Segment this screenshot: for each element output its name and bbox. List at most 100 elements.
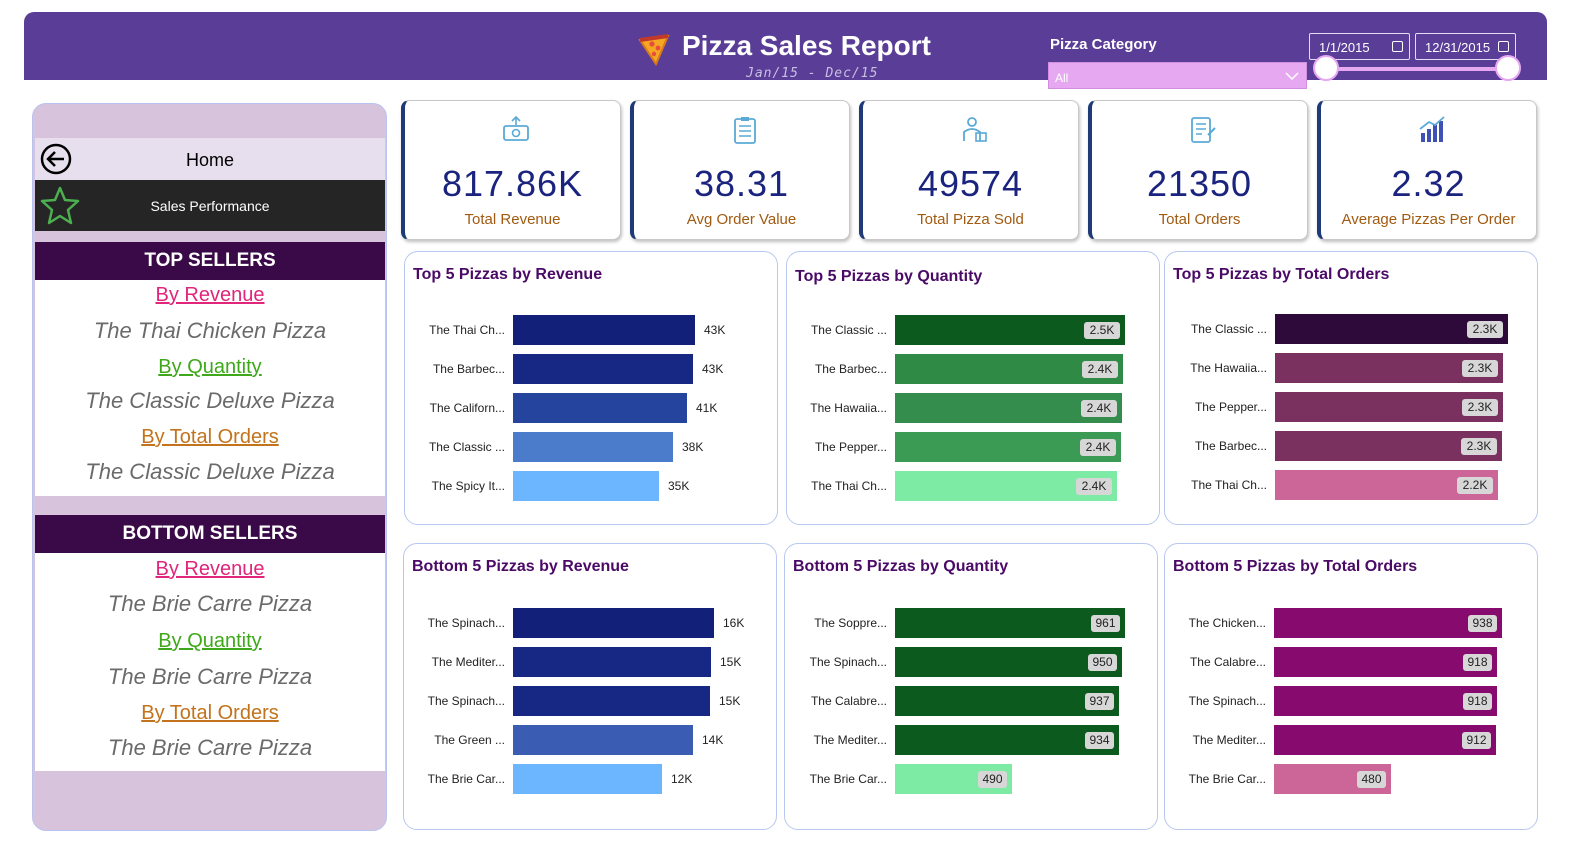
bar[interactable] — [1274, 608, 1502, 638]
calendar-icon[interactable] — [1498, 41, 1509, 52]
bar-chart-bottom-revenue: The Spinach... 16K The Mediter... 15K The Sp… — [428, 608, 744, 794]
bar[interactable] — [513, 608, 714, 638]
data-label: 2.4K — [1082, 479, 1107, 493]
data-label: 15K — [719, 694, 740, 708]
kpi-label: Total Orders — [1158, 211, 1241, 228]
bar[interactable] — [513, 471, 659, 501]
data-label: 16K — [723, 616, 744, 630]
home-label: Home — [185, 150, 234, 170]
data-label: 2.4K — [1088, 362, 1113, 376]
chart-card-bottom-orders: Bottom 5 Pizzas by Total Orders The Chic… — [1164, 543, 1538, 830]
data-label: 918 — [1467, 655, 1487, 669]
bottom-by-orders-link[interactable]: By Total Orders — [35, 702, 385, 725]
category-label: The Spicy It... — [432, 479, 505, 493]
category-label: The Mediter... — [432, 655, 505, 669]
bar-chart-top-revenue: The Thai Ch... 43K The Barbec... 43K The Cal… — [429, 315, 725, 501]
kpi-card-total-pizza-sold: 49574 Total Pizza Sold — [859, 100, 1079, 240]
chart-card-top-quantity: Top 5 Pizzas by Quantity The Classic ...… — [786, 251, 1160, 525]
kpi-card-average-pizzas-per-order: 2.32 Average Pizzas Per Order — [1317, 100, 1537, 240]
top-by-orders-link[interactable]: By Total Orders — [35, 426, 385, 449]
top-by-quantity-link[interactable]: By Quantity — [35, 356, 385, 379]
kpi-label: Total Pizza Sold — [917, 211, 1024, 228]
sales-performance-button[interactable]: Sales Performance — [35, 180, 385, 231]
bar[interactable] — [895, 608, 1125, 638]
category-label: The Mediter... — [1193, 733, 1266, 747]
bottom-by-revenue-link[interactable]: By Revenue — [35, 558, 385, 581]
top-sellers-heading: TOP SELLERS — [35, 242, 385, 280]
category-label: The Classic ... — [811, 323, 887, 337]
bar-growth-icon — [1419, 116, 1445, 142]
pizza-icon — [638, 34, 670, 67]
bar[interactable] — [513, 432, 673, 462]
kpi-label: Avg Order Value — [686, 211, 797, 228]
start-date-value: 1/1/2015 — [1319, 40, 1370, 55]
category-label: The Hawaiia... — [810, 401, 887, 415]
kpi-card-avg-order-value: 38.31 Avg Order Value — [630, 100, 850, 240]
bar[interactable] — [513, 315, 695, 345]
kpi-card-total-orders: 21350 Total Orders — [1088, 100, 1308, 240]
data-label: 937 — [1089, 694, 1109, 708]
date-range-end-handle[interactable] — [1495, 55, 1521, 81]
top-by-revenue-link[interactable]: By Revenue — [35, 284, 385, 307]
bar[interactable] — [895, 647, 1122, 677]
category-dropdown[interactable]: All — [1048, 62, 1307, 89]
category-label: The Calabre... — [811, 694, 887, 708]
category-label: The Classic ... — [1191, 322, 1267, 336]
end-date-value: 12/31/2015 — [1425, 40, 1491, 55]
bottom-sellers-section: BOTTOM SELLERS By Revenue The Brie Carre… — [35, 515, 385, 771]
chart-card-top-orders: Top 5 Pizzas by Total Orders The Classic… — [1164, 251, 1538, 525]
category-label: The Mediter... — [814, 733, 887, 747]
category-label: The Spinach... — [810, 655, 887, 669]
kpi-card-total-revenue: 817.86K Total Revenue — [401, 100, 621, 240]
home-button[interactable]: Home — [35, 138, 385, 180]
page-title: Pizza Sales Report — [682, 30, 931, 61]
sales-performance-label: Sales Performance — [150, 198, 270, 214]
bar[interactable] — [513, 393, 687, 423]
kpi-value: 49574 — [917, 163, 1024, 204]
category-label: The Soppre... — [814, 616, 887, 630]
bar[interactable] — [513, 764, 662, 794]
data-label: 15K — [720, 655, 741, 669]
category-label: The Brie Car... — [1189, 772, 1266, 786]
calendar-icon[interactable] — [1392, 41, 1403, 52]
chevron-down-icon — [1285, 72, 1299, 81]
data-label: 12K — [671, 772, 692, 786]
data-label: 14K — [702, 733, 723, 747]
date-range-slider[interactable] — [1326, 67, 1508, 71]
data-label: 2.4K — [1087, 401, 1112, 415]
bottom-quantity-pizza: The Brie Carre Pizza — [107, 664, 313, 689]
delivery-icon — [963, 117, 987, 142]
data-label: 38K — [682, 440, 703, 454]
data-label: 2.3K — [1468, 400, 1493, 414]
bar[interactable] — [513, 686, 710, 716]
category-label: The Spinach... — [428, 616, 505, 630]
bottom-by-quantity-link[interactable]: By Quantity — [35, 630, 385, 653]
data-label: 490 — [982, 772, 1002, 786]
title-block: Pizza Sales Report Jan/15 - Dec/15 — [636, 22, 936, 81]
page-subtitle: Jan/15 - Dec/15 — [746, 66, 879, 81]
clipboard-icon — [734, 117, 756, 144]
category-label: The Spinach... — [1189, 694, 1266, 708]
data-label: 938 — [1472, 616, 1492, 630]
category-label: The Thai Ch... — [1191, 478, 1267, 492]
data-label: 2.2K — [1463, 478, 1488, 492]
dashboard: Pizza Sales Report Jan/15 - Dec/15 Pizza… — [0, 0, 1587, 861]
date-range-start-handle[interactable] — [1313, 55, 1339, 81]
bar[interactable] — [513, 647, 711, 677]
bottom-sellers-heading: BOTTOM SELLERS — [35, 515, 385, 553]
chart-card-bottom-revenue: Bottom 5 Pizzas by Revenue The Spinach..… — [403, 543, 777, 830]
bar[interactable] — [513, 725, 693, 755]
bar-chart-bottom-quantity: The Soppre... 961 The Spinach... 950 The Cal… — [810, 608, 1125, 794]
chart-card-top-revenue: Top 5 Pizzas by Revenue The Thai Ch... 43… — [404, 251, 778, 525]
data-label: 41K — [696, 401, 717, 415]
data-label: 480 — [1361, 772, 1381, 786]
kpi-value: 817.86K — [441, 163, 584, 204]
category-label: The Californ... — [430, 401, 505, 415]
data-label: 2.3K — [1468, 361, 1493, 375]
bar[interactable] — [513, 354, 693, 384]
data-label: 2.4K — [1086, 440, 1111, 454]
data-label: 961 — [1095, 616, 1115, 630]
kpi-value: 21350 — [1146, 163, 1253, 204]
data-label: 934 — [1089, 733, 1109, 747]
category-label: The Barbec... — [1195, 439, 1267, 453]
